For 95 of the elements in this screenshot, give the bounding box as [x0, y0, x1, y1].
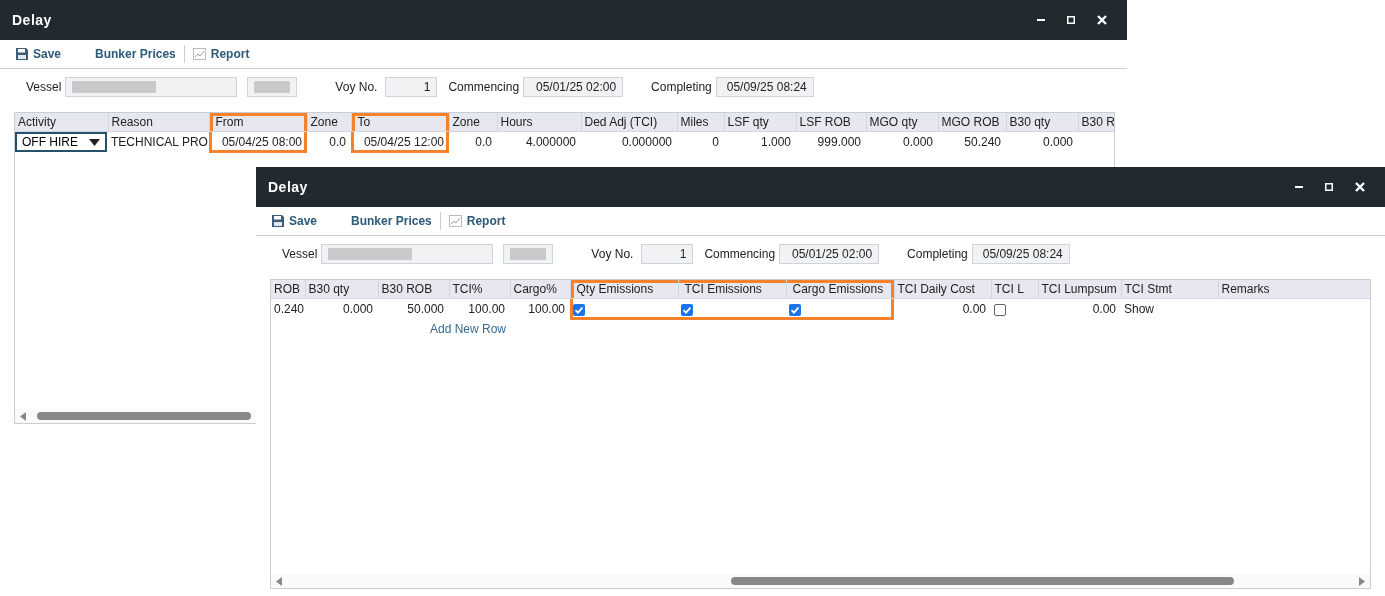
column-header: TCI Stmt	[1124, 281, 1172, 296]
column-header: ROB	[274, 281, 300, 296]
column-header: Cargo%	[513, 281, 557, 296]
column-header: LSF ROB	[799, 114, 851, 129]
column-header: B30 qty	[308, 281, 350, 296]
completing-field[interactable]: 05/09/25 08:24	[715, 77, 814, 97]
checkbox[interactable]	[681, 304, 693, 317]
column-header: To	[357, 114, 371, 129]
completing-field[interactable]: 05/09/25 08:24	[971, 244, 1070, 264]
maximize-icon[interactable]	[1067, 16, 1075, 24]
checkbox[interactable]	[789, 304, 801, 317]
column-header: Hours	[500, 114, 533, 129]
table-cell: 0.00	[1092, 302, 1116, 317]
table-cell: 100.00	[528, 302, 565, 317]
column-header: Activity	[18, 114, 56, 129]
commencing-field[interactable]: 05/01/25 02:00	[523, 77, 624, 97]
voyage-number-field[interactable]: 1	[641, 244, 694, 264]
column-header: TCI Daily Cost	[897, 281, 975, 296]
field-label: Vessel	[26, 80, 62, 94]
column-header: MGO qty	[869, 114, 918, 129]
column-header: Reason	[111, 114, 153, 129]
table-cell: 0	[712, 135, 719, 150]
column-header: MGO ROB	[941, 114, 1000, 129]
commencing-field[interactable]: 05/01/25 02:00	[779, 244, 880, 264]
table-cell: 100.00	[468, 302, 505, 317]
table-cell: 999.000	[817, 135, 861, 150]
field-label: Voy No.	[335, 80, 378, 94]
report-button[interactable]: Report	[448, 214, 506, 228]
vessel-code-field[interactable]	[503, 244, 554, 264]
line-chart-icon	[448, 215, 462, 227]
scroll-left-icon[interactable]	[275, 576, 283, 586]
save-button[interactable]: Save	[272, 214, 318, 228]
field-label: Commencing	[448, 80, 520, 94]
save-button[interactable]: Save	[16, 47, 62, 61]
column-header: Remarks	[1221, 281, 1270, 296]
column-header: B30 R	[1081, 114, 1114, 129]
column-header: TCI Emissions	[684, 281, 762, 296]
table-cell: 0.240	[274, 302, 305, 317]
table-cell: 0.0	[329, 135, 346, 150]
table-cell: 1.000	[760, 135, 791, 150]
vessel-code-field[interactable]	[247, 77, 298, 97]
scrollbar-thumb[interactable]	[731, 577, 1234, 585]
add-row-link[interactable]: Add New Row	[430, 320, 507, 336]
column-header: Ded Adj (TCI)	[584, 114, 658, 129]
table-cell: TECHNICAL PRO	[111, 135, 208, 150]
table-cell: 50.000	[407, 302, 444, 317]
table-cell: 4.000000	[525, 135, 576, 150]
scroll-right-icon[interactable]	[1358, 576, 1366, 586]
column-header: Zone	[310, 114, 338, 129]
column-header: TCI L	[994, 281, 1024, 296]
column-header: Qty Emissions	[576, 281, 654, 296]
toolbar-link[interactable]: Bunker Prices	[351, 214, 432, 228]
checkbox[interactable]	[573, 304, 585, 317]
close-icon[interactable]	[1097, 15, 1107, 25]
report-button[interactable]: Report	[192, 47, 250, 61]
window-title: Delay	[12, 12, 53, 28]
caret-icon	[89, 138, 100, 146]
column-header: TCI Lumpsum	[1041, 281, 1117, 296]
close-icon[interactable]	[1355, 182, 1365, 192]
toolbar-link[interactable]: Bunker Prices	[95, 47, 176, 61]
column-header: Cargo Emissions	[792, 281, 884, 296]
table-cell: Show	[1124, 302, 1155, 317]
column-header: TCI%	[452, 281, 483, 296]
voyage-number-field[interactable]: 1	[385, 77, 438, 97]
column-header: Zone	[452, 114, 480, 129]
table-cell: 0.000000	[621, 135, 672, 150]
column-header: LSF qty	[727, 114, 769, 129]
scrollbar-thumb[interactable]	[37, 412, 251, 420]
table-cell: 50.240	[964, 135, 1001, 150]
vessel-field[interactable]	[65, 77, 238, 97]
column-header: From	[215, 114, 244, 129]
table-cell: 05/04/25 12:00	[363, 135, 444, 150]
table-cell: 0.00	[962, 302, 986, 317]
activity-dropdown[interactable]: OFF HIRE	[15, 132, 107, 153]
field-label: Completing	[907, 247, 968, 261]
column-header: Miles	[680, 114, 709, 129]
field-label: Vessel	[282, 247, 318, 261]
vessel-field[interactable]	[321, 244, 494, 264]
column-header: B30 qty	[1009, 114, 1051, 129]
field-label: Commencing	[704, 247, 776, 261]
table-cell: 0.000	[902, 135, 933, 150]
table-cell: 05/04/25 08:00	[221, 135, 302, 150]
table-cell: 0.000	[342, 302, 373, 317]
maximize-icon[interactable]	[1325, 183, 1333, 191]
field-label: Voy No.	[591, 247, 634, 261]
checkbox[interactable]	[994, 304, 1006, 317]
blurred-text	[254, 81, 291, 93]
blurred-text	[510, 248, 547, 260]
table-cell: 0.0	[475, 135, 492, 150]
field-label: Completing	[651, 80, 712, 94]
column-header: B30 ROB	[381, 281, 433, 296]
scroll-left-icon[interactable]	[19, 411, 27, 421]
window-title: Delay	[268, 179, 309, 195]
line-chart-icon	[192, 48, 206, 60]
table-cell: 0.000	[1042, 135, 1073, 150]
